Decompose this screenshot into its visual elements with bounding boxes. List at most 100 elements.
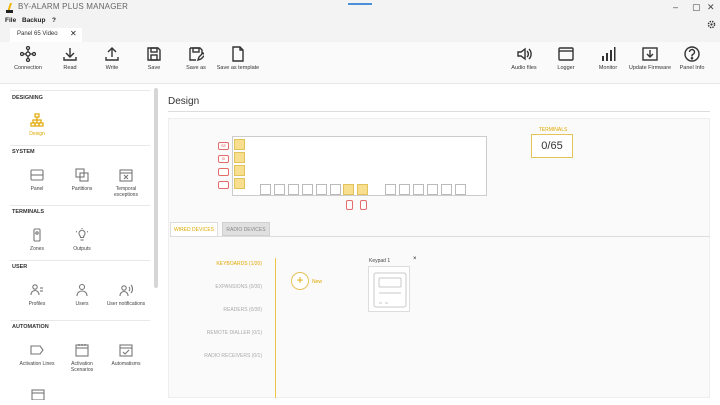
section-designing: DESIGNING <box>12 95 43 101</box>
bus-connector[interactable] <box>346 200 353 210</box>
terminal-slot[interactable] <box>260 184 271 195</box>
remove-device-icon[interactable]: × <box>413 256 417 262</box>
window-drag-indicator[interactable] <box>348 3 372 5</box>
save-button[interactable]: Save <box>132 42 176 84</box>
category-expansions[interactable]: EXPANSIONS (0/30) <box>215 284 262 290</box>
update-firmware-button[interactable]: Update Firmware <box>628 42 672 84</box>
tab-divider <box>170 236 710 237</box>
zones-icon <box>33 228 41 242</box>
section-divider <box>10 205 150 206</box>
sidebar-item-activation-scenarios[interactable]: Activation Scenarios <box>60 343 104 373</box>
download-icon <box>63 48 77 61</box>
design-icon <box>30 113 44 127</box>
board-tag-se[interactable]: SE <box>218 142 229 150</box>
audio-files-label: Audio files <box>511 65 537 71</box>
sidebar-item-profiles[interactable]: Profiles <box>15 283 59 307</box>
sidebar-item-label: Automatisms <box>111 361 141 367</box>
expansion-bay[interactable] <box>234 178 245 189</box>
menu-file[interactable]: File <box>5 17 16 24</box>
board-tag-si[interactable]: SI <box>218 155 229 163</box>
document-tab[interactable]: Panel 65 Video ✕ <box>10 28 82 42</box>
audio-files-button[interactable]: Audio files <box>502 42 546 84</box>
sidebar-scrollbar[interactable] <box>154 88 158 288</box>
firmware-icon <box>642 47 658 61</box>
bus-slot[interactable] <box>357 184 368 195</box>
terminal-slot[interactable] <box>288 184 299 195</box>
write-button[interactable]: Write <box>90 42 134 84</box>
section-divider <box>10 90 150 91</box>
save-as-button[interactable]: Save as <box>174 42 218 84</box>
category-radio-receivers[interactable]: RADIO RECEIVERS (0/1) <box>204 353 262 359</box>
section-user: USER <box>12 264 28 270</box>
terminal-slot[interactable] <box>274 184 285 195</box>
sidebar-item-label: Temporal exceptions <box>114 186 138 198</box>
section-divider <box>10 320 150 321</box>
bar-chart-icon <box>602 47 616 61</box>
sidebar-item-automatisms[interactable]: Automatisms <box>104 343 148 367</box>
terminal-slot[interactable] <box>427 184 438 195</box>
read-button[interactable]: Read <box>48 42 92 84</box>
tab-radio-devices[interactable]: RADIO DEVICES <box>222 222 270 236</box>
board-tag[interactable] <box>218 168 229 176</box>
sidebar-item-label: Design <box>29 131 45 137</box>
terminals-counter: 0/65 <box>531 134 573 158</box>
monitor-button[interactable]: Monitor <box>586 42 630 84</box>
terminal-slot[interactable] <box>455 184 466 195</box>
save-as-template-label: Save as template <box>216 65 260 71</box>
panel-info-button[interactable]: Panel Info <box>670 42 714 84</box>
device-card-keypad[interactable] <box>368 266 410 312</box>
close-button[interactable]: ✕ <box>707 1 715 13</box>
sidebar-item-label: Panel <box>30 186 44 192</box>
category-divider <box>275 258 276 398</box>
calendar-icon <box>75 344 89 357</box>
terminal-slot[interactable] <box>385 184 396 195</box>
write-label: Write <box>105 65 119 71</box>
sidebar-item-users[interactable]: Users <box>60 283 104 307</box>
sidebar-item-design[interactable]: Design <box>15 113 59 137</box>
app-logo-icon <box>6 3 13 13</box>
tab-wired-devices[interactable]: WIRED DEVICES <box>170 222 218 236</box>
update-firmware-label: Update Firmware <box>628 65 672 71</box>
terminal-slot[interactable] <box>441 184 452 195</box>
title-divider <box>168 111 710 112</box>
sidebar-item-activation-lines[interactable]: Activation Lines <box>15 343 59 367</box>
sidebar-item-temporal-exceptions[interactable]: Temporal exceptions <box>104 168 148 198</box>
connection-button[interactable]: Connection <box>6 42 50 84</box>
expansion-bay[interactable] <box>234 152 245 163</box>
expansion-bay[interactable] <box>234 139 245 150</box>
menu-help[interactable]: ? <box>52 17 56 24</box>
sidebar-item-outputs[interactable]: Outputs <box>60 228 104 252</box>
save-as-template-button[interactable]: Save as template <box>216 42 260 84</box>
device-name: Keypad 1 <box>369 258 391 264</box>
category-remote-dialler[interactable]: REMOTE DIALLER (0/1) <box>207 330 262 336</box>
terminal-slot[interactable] <box>302 184 313 195</box>
terminal-slot[interactable] <box>330 184 341 195</box>
sidebar-item-partitions[interactable]: Partitions <box>60 168 104 192</box>
terminal-slot[interactable] <box>413 184 424 195</box>
category-readers[interactable]: READERS (0/30) <box>223 307 262 313</box>
bus-slot[interactable] <box>343 184 354 195</box>
expansion-bay[interactable] <box>234 165 245 176</box>
terminal-slot[interactable] <box>316 184 327 195</box>
add-device-button[interactable]: + <box>291 272 309 290</box>
board-tag[interactable] <box>218 181 229 189</box>
sidebar-item-user-notifications[interactable]: User notifications <box>104 283 148 307</box>
terminal-slot[interactable] <box>399 184 410 195</box>
sidebar-item-label: User notifications <box>106 301 146 307</box>
bus-connector[interactable] <box>360 200 367 210</box>
menu-backup[interactable]: Backup <box>22 17 45 24</box>
maximize-button[interactable]: ▢ <box>692 1 701 13</box>
logger-button[interactable]: Logger <box>544 42 588 84</box>
sidebar-item-label: Zones <box>30 246 44 252</box>
connection-icon <box>20 46 36 62</box>
sidebar-item-zones[interactable]: Zones <box>15 228 59 252</box>
users-icon <box>76 283 88 297</box>
add-device-label[interactable]: New <box>312 279 322 285</box>
category-keyboards[interactable]: KEYBOARDS (1/20) <box>216 261 262 267</box>
close-tab-icon[interactable]: ✕ <box>70 29 77 38</box>
help-icon <box>684 46 700 62</box>
sidebar-item-panel[interactable]: Panel <box>15 168 59 192</box>
minimize-button[interactable]: – <box>673 1 678 13</box>
calendar-icon <box>31 389 45 400</box>
settings-gear-icon[interactable] <box>707 20 716 29</box>
